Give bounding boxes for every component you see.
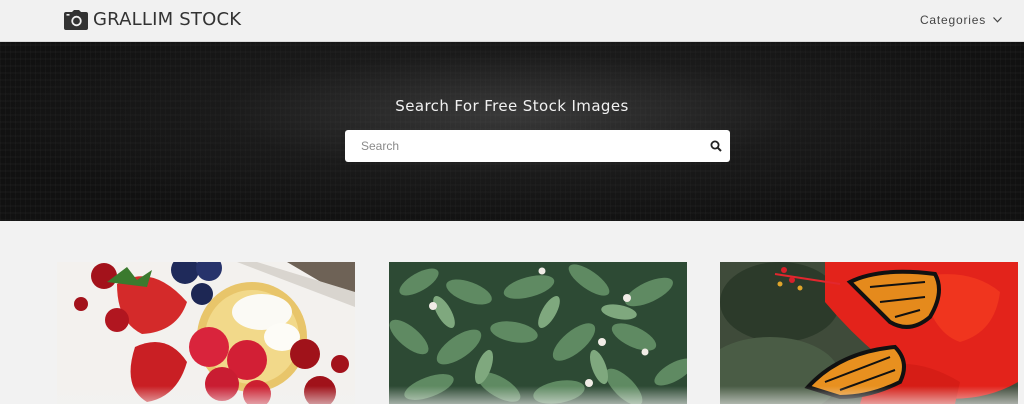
hero-banner: Search For Free Stock Images <box>0 42 1024 221</box>
gallery-image-leaves[interactable] <box>389 262 687 404</box>
camera-icon <box>64 9 88 30</box>
top-navbar: GRALLIM STOCK Categories <box>0 0 1024 42</box>
search-icon[interactable] <box>710 140 722 152</box>
gallery-image-dessert[interactable] <box>57 262 355 404</box>
categories-label: Categories <box>919 13 986 27</box>
search-input[interactable] <box>345 130 695 162</box>
search-bar <box>345 130 730 162</box>
hero-title: Search For Free Stock Images <box>395 97 629 115</box>
leaves-image <box>389 262 687 404</box>
chevron-down-icon <box>993 17 1002 23</box>
brand-name: GRALLIM STOCK <box>93 9 242 30</box>
brand-logo[interactable]: GRALLIM STOCK <box>64 9 241 30</box>
dessert-image <box>57 262 355 404</box>
gallery-image-butterflies[interactable] <box>720 262 1018 404</box>
categories-menu[interactable]: Categories <box>920 13 1002 27</box>
butterflies-image <box>720 262 1018 404</box>
